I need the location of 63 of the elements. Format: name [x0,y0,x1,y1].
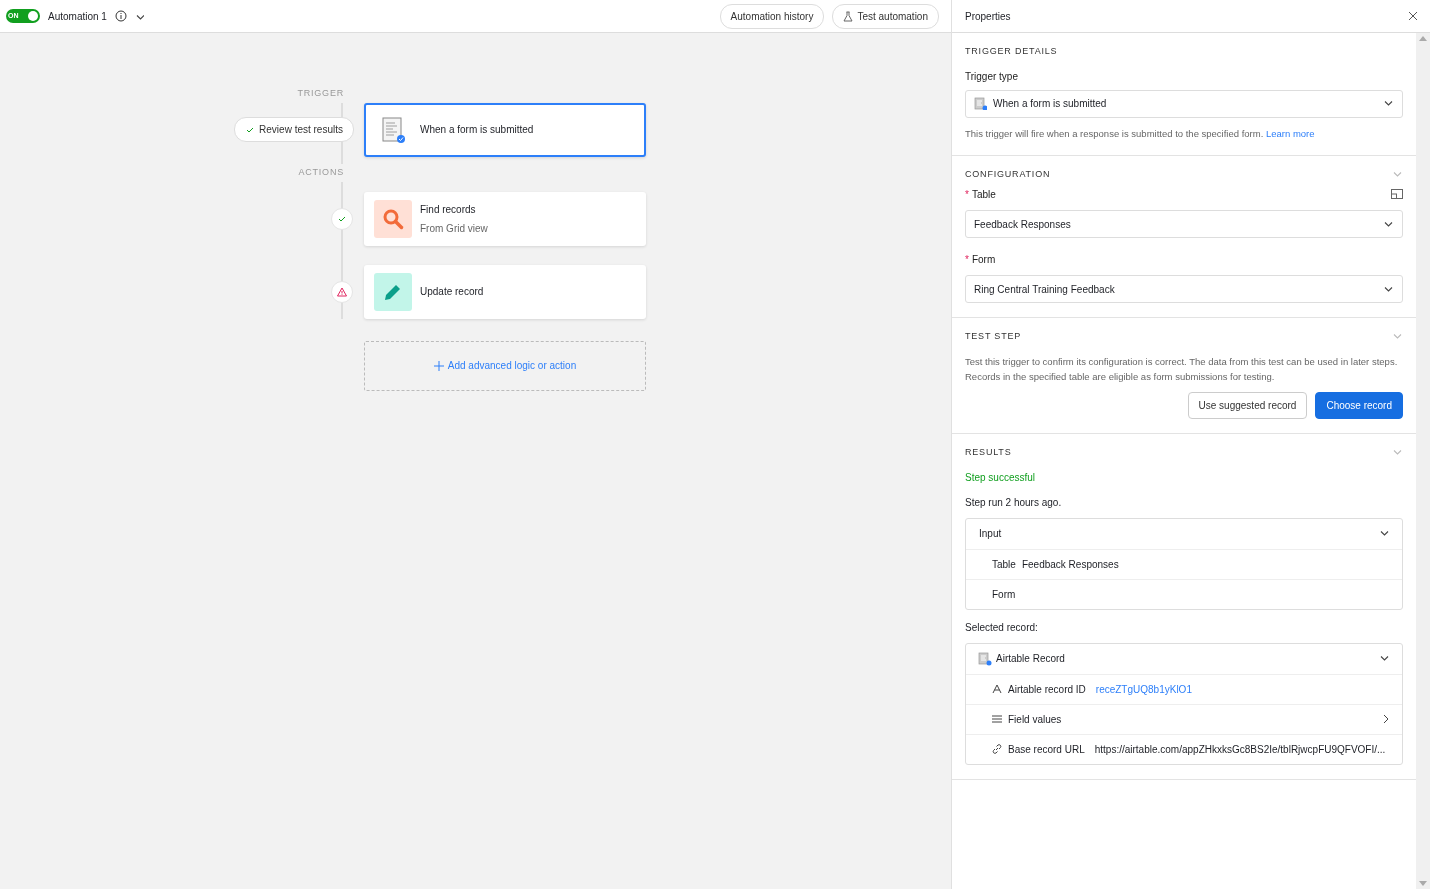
form-icon [380,115,406,144]
section-label: ACTIONS [298,164,344,182]
step-subtitle: From Grid view [420,221,488,236]
add-action-button[interactable]: Add advanced logic or action [364,340,646,391]
info-icon[interactable] [114,10,127,22]
toolbar-button[interactable]: Automation history [719,3,825,29]
step-title: When a form is submitted [420,123,534,137]
field-name: Airtable record ID [1008,682,1086,697]
close-icon[interactable] [1408,11,1418,21]
link-icon [992,744,1002,755]
field-value: Feedback Responses [1021,557,1119,572]
review-button[interactable]: Review test results [234,117,354,142]
flask-icon [843,10,854,22]
warning-icon [337,286,347,297]
automation-title: Automation 1 [48,9,107,24]
step-title: Update record [420,285,484,299]
field-name: Base record URL [1008,742,1085,757]
trigger-card[interactable]: When a form is submitted [364,102,646,157]
record-id-link[interactable]: receZTgUQ8b1yKlO1 [1095,681,1192,697]
panel-title: Properties [965,9,1011,24]
action-card[interactable]: Update record [364,264,646,319]
required-marker: * [965,254,969,266]
section-heading: RESULTS [965,446,1012,460]
scroll-up-icon[interactable] [1419,35,1427,41]
run-time-text: Step run 2 hours ago. [965,495,1063,510]
learn-more-link[interactable]: Learn more [1265,127,1315,139]
choose-record-button[interactable]: Choose record [1315,392,1403,420]
letter-icon [992,684,1002,695]
form-icon [974,97,987,110]
trigger-type-select[interactable]: When a form is submitted [965,89,1403,118]
section-heading: TRIGGER DETAILS [965,45,1058,58]
list-icon [992,714,1002,725]
suggest-record-button[interactable]: Use suggested record [1187,392,1308,420]
field-label: * Form [965,253,996,268]
chevron-down-icon [1383,98,1394,109]
required-marker: * [965,189,969,201]
record-icon [978,651,992,666]
field-value: https://airtable.com/appZHkxksGc8BS2Ie/tblRjwcpFU9QFVOFI/... [1094,742,1386,757]
select-field[interactable]: Feedback Responses [965,210,1403,239]
step-title: Find records [420,202,477,217]
select-field[interactable]: Ring Central Training Feedback [965,275,1403,304]
help-text: This trigger will fire when a response is submitted to the specified form. Learn more [965,126,1316,141]
action-card[interactable]: Find records From Grid view [364,191,646,246]
section-label: TRIGGER [297,85,344,103]
test-description: Test this trigger to confirm its configuration is correct. The data from this test can be used in later steps. Records in the specified table are eligible as form submissions for testing. [965,354,1399,384]
field-label: Trigger type [965,69,1019,84]
selected-record-label: Selected record: [965,620,1039,635]
expand-icon[interactable] [1391,189,1403,201]
section-heading: CONFIGURATION [965,167,1051,181]
field-label: * Table [965,188,996,203]
scroll-down-icon[interactable] [1419,881,1427,887]
magnifier-icon [382,207,404,230]
field-name: Form [992,587,1016,602]
status-text: Step successful [965,470,1037,485]
toolbar-button[interactable]: Test automation [832,3,939,29]
field-name: Table [992,557,1016,572]
expander-header[interactable]: Airtable Record [966,643,1402,674]
field-name: Field values [1008,712,1062,727]
chevron-right-icon[interactable] [1382,714,1390,725]
section-heading: TEST STEP [965,330,1022,344]
scrollbar[interactable] [1416,33,1430,889]
expander-header[interactable]: Input [966,518,1402,549]
plus-icon [433,361,444,372]
